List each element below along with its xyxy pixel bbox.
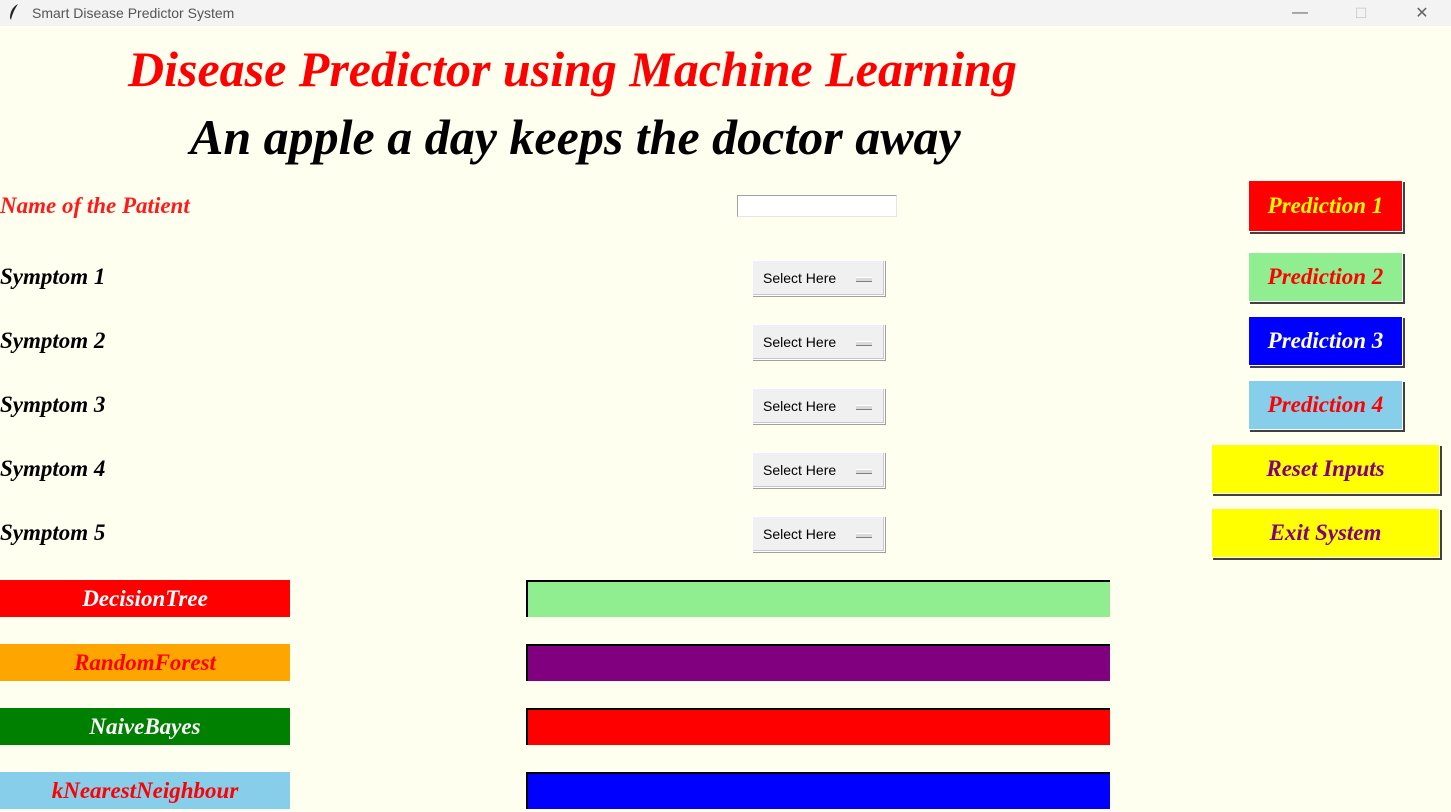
symptom-2-select[interactable]: Select Here [752, 324, 885, 360]
prediction-1-button[interactable]: Prediction 1 [1248, 180, 1403, 232]
random-forest-label: RandomForest [0, 644, 290, 681]
exit-system-button[interactable]: Exit System [1211, 508, 1440, 558]
window-titlebar: Smart Disease Predictor System — ☐ ✕ [0, 0, 1451, 26]
patient-name-input[interactable] [737, 195, 897, 217]
patient-name-label: Name of the Patient [0, 193, 190, 218]
symptom-5-value: Select Here [763, 526, 837, 542]
random-forest-result [526, 644, 1110, 681]
minimize-button[interactable]: — [1277, 0, 1323, 26]
symptom-1-select[interactable]: Select Here [752, 260, 885, 296]
symptom-2-label: Symptom 2 [0, 328, 106, 353]
dropdown-indicator-icon [856, 341, 872, 346]
feather-icon [10, 4, 18, 20]
symptom-3-select[interactable]: Select Here [752, 388, 885, 424]
symptom-2-value: Select Here [763, 334, 837, 350]
dropdown-indicator-icon [856, 469, 872, 474]
symptom-5-select[interactable]: Select Here [752, 516, 885, 552]
naive-bayes-label: NaiveBayes [0, 708, 290, 745]
close-button[interactable]: ✕ [1399, 0, 1445, 26]
dropdown-indicator-icon [856, 405, 872, 410]
page-subtitle: An apple a day keeps the doctor away [190, 109, 961, 165]
symptom-5-label: Symptom 5 [0, 520, 106, 545]
symptom-3-value: Select Here [763, 398, 837, 414]
dropdown-indicator-icon [856, 277, 872, 282]
symptom-4-select[interactable]: Select Here [752, 452, 885, 488]
prediction-4-button[interactable]: Prediction 4 [1248, 380, 1403, 430]
prediction-2-button[interactable]: Prediction 2 [1248, 252, 1403, 302]
knn-result [526, 772, 1110, 809]
symptom-1-label: Symptom 1 [0, 264, 106, 289]
prediction-3-button[interactable]: Prediction 3 [1248, 316, 1403, 366]
symptom-4-value: Select Here [763, 462, 837, 478]
window-title: Smart Disease Predictor System [32, 5, 235, 21]
decision-tree-result [526, 580, 1110, 617]
naive-bayes-result [526, 708, 1110, 745]
maximize-button[interactable]: ☐ [1338, 0, 1384, 26]
reset-inputs-button[interactable]: Reset Inputs [1211, 444, 1440, 494]
decision-tree-label: DecisionTree [0, 580, 290, 617]
symptom-3-label: Symptom 3 [0, 392, 106, 417]
symptom-4-label: Symptom 4 [0, 456, 106, 481]
page-title: Disease Predictor using Machine Learning [128, 41, 1017, 97]
symptom-1-value: Select Here [763, 270, 837, 286]
knn-label: kNearestNeighbour [0, 772, 290, 809]
dropdown-indicator-icon [856, 533, 872, 538]
